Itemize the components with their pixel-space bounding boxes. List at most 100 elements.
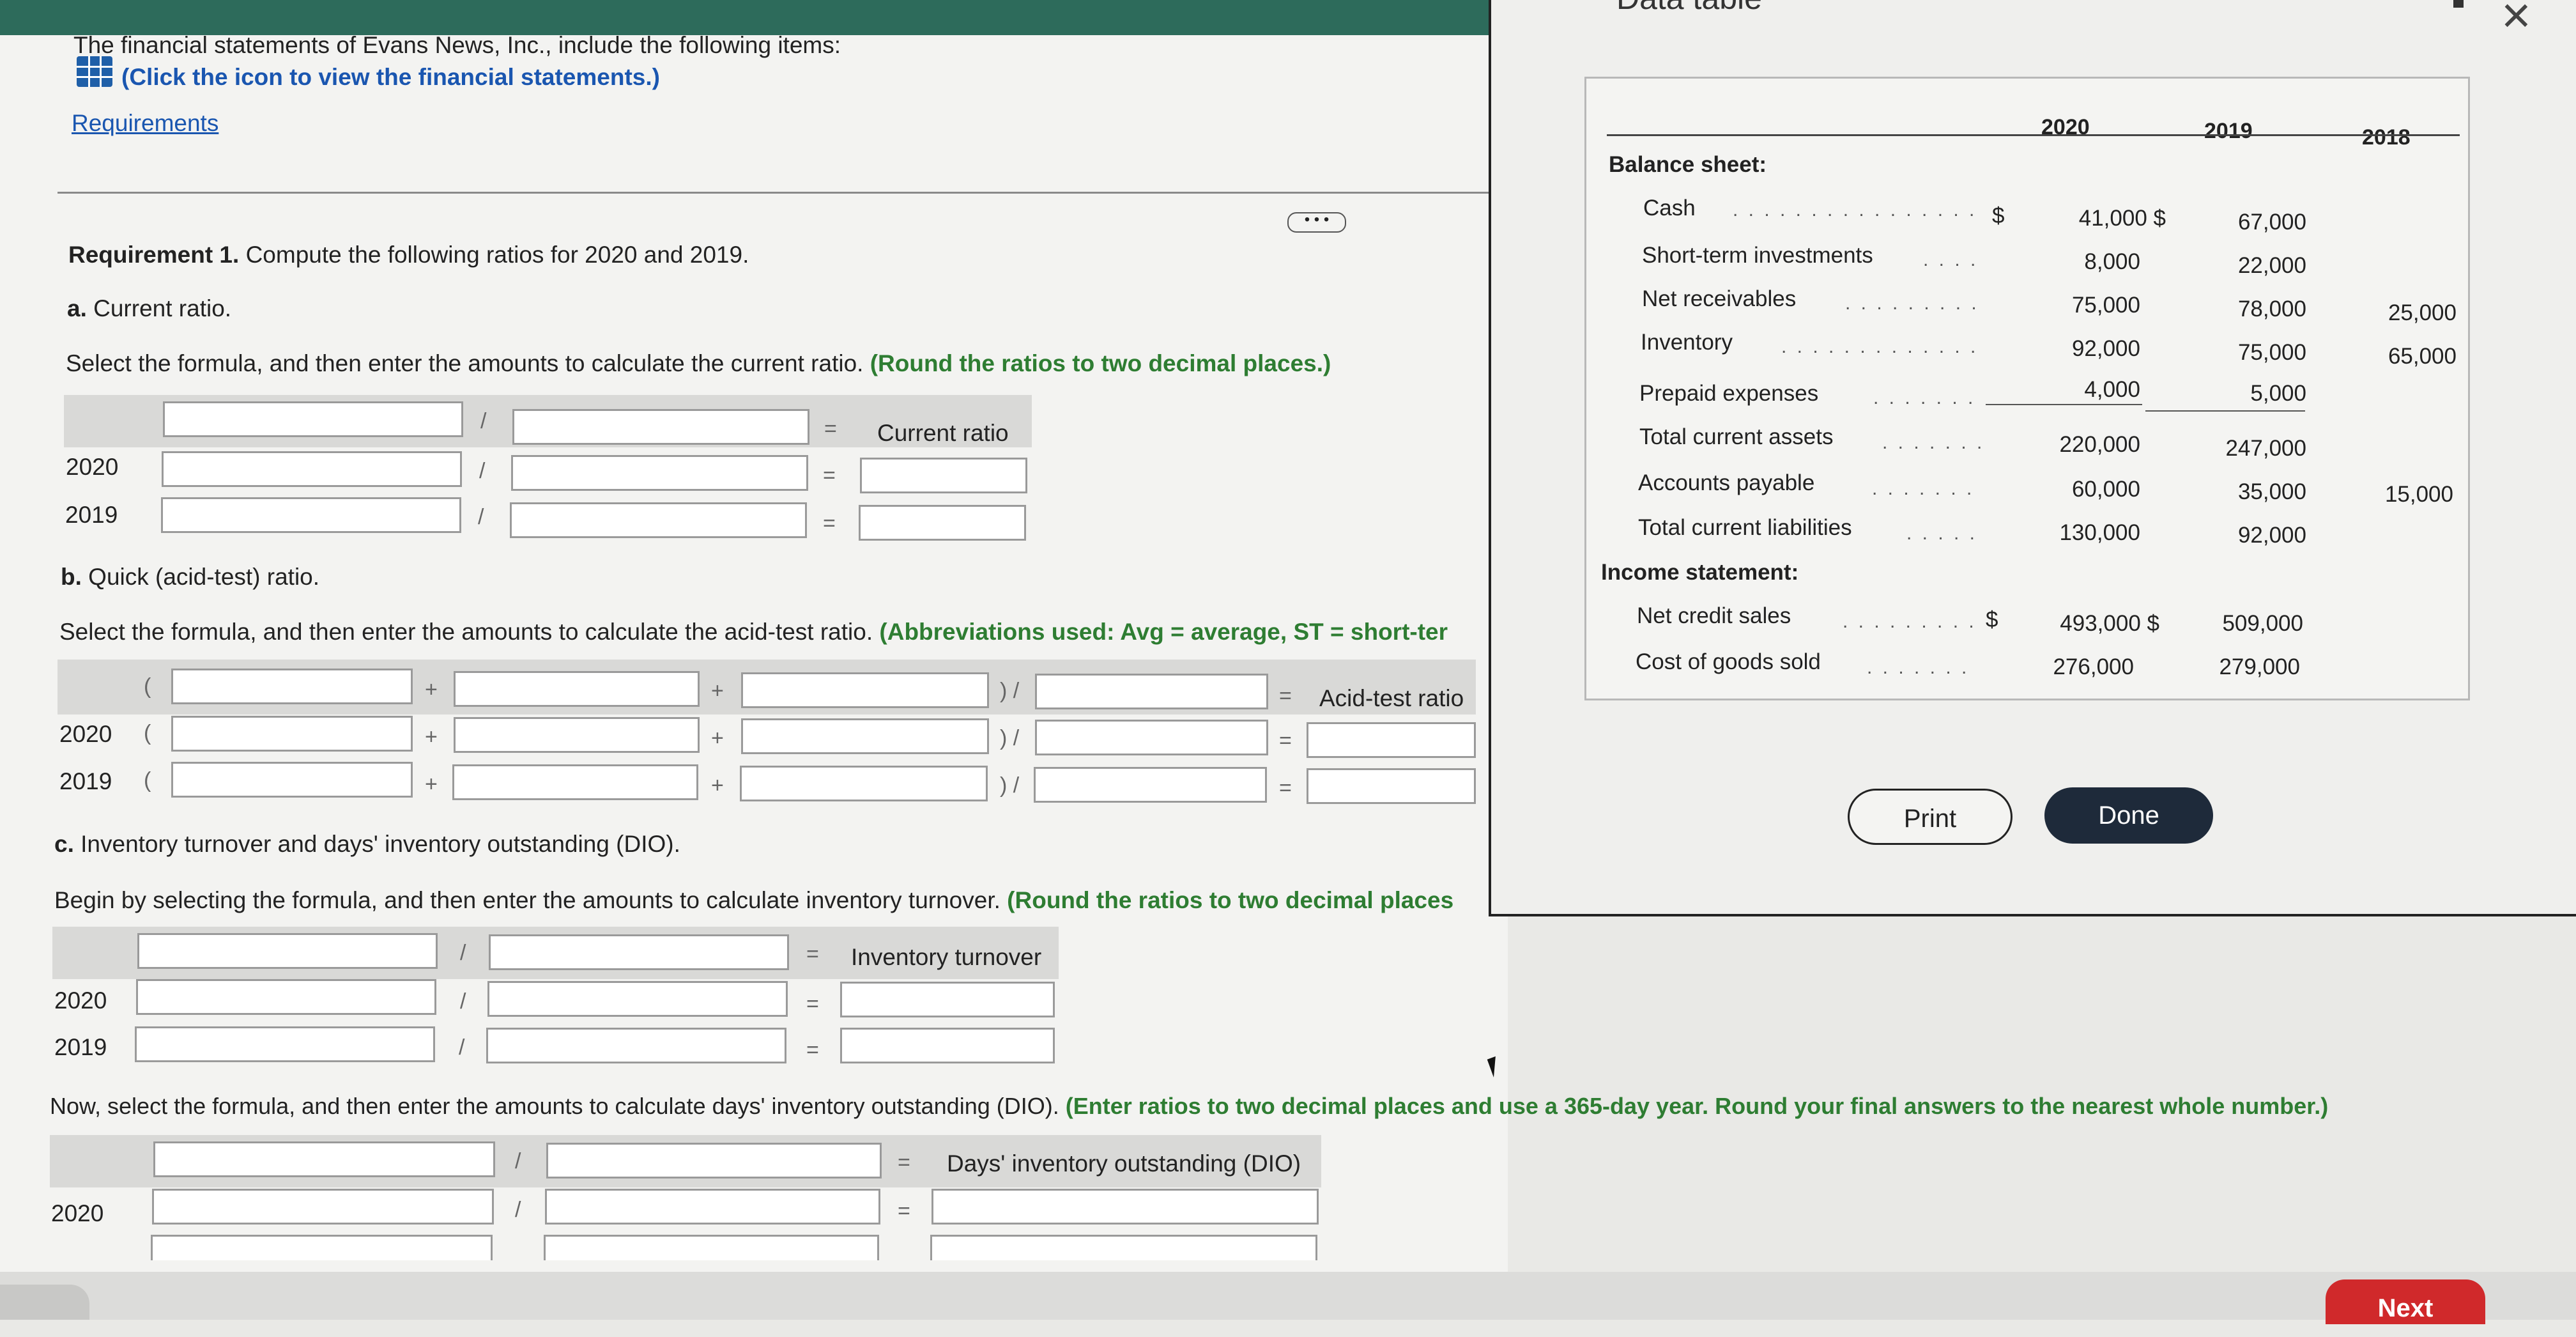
- cost-of-goods-sold-2020: 276,000: [2053, 654, 2134, 679]
- acid-test-2019-liabilities[interactable]: [1034, 767, 1267, 803]
- current-ratio-2019-denominator[interactable]: [510, 502, 807, 538]
- plus-symbol: +: [711, 679, 724, 703]
- inventory-2018: 65,000: [2388, 344, 2457, 369]
- dio-result-label: Days' inventory outstanding (DIO): [947, 1150, 1301, 1177]
- part-a-instruction: Select the formula, and then enter the a…: [66, 350, 1331, 377]
- acid-test-label-2[interactable]: [454, 671, 700, 707]
- row-label-cash: Cash: [1643, 196, 1696, 220]
- acid-test-2019-receivables[interactable]: [740, 766, 988, 801]
- part-b-letter: b.: [61, 564, 82, 590]
- dio-2020-denominator[interactable]: [545, 1189, 880, 1225]
- part-b-year-2019: 2019: [59, 768, 112, 794]
- current-ratio-2020-result[interactable]: [860, 458, 1027, 493]
- total-current-liabilities-2020: 130,000: [2059, 520, 2140, 545]
- dio-year-2020: 2020: [51, 1200, 104, 1226]
- dio-2019-denominator[interactable]: [544, 1235, 879, 1260]
- next-button[interactable]: Next: [2326, 1279, 2485, 1324]
- dio-denominator-label[interactable]: [546, 1143, 882, 1179]
- dio-instruction: Now, select the formula, and then enter …: [50, 1093, 2328, 1120]
- equals-symbol: =: [824, 417, 837, 441]
- acid-test-label-3[interactable]: [741, 672, 989, 708]
- short-term-investments-2020: 8,000: [2084, 249, 2140, 274]
- spreadsheet-icon[interactable]: [77, 56, 112, 87]
- leader-dots: . . . . . . . . .: [1867, 657, 1975, 678]
- equals-symbol: =: [806, 942, 819, 966]
- dio-2020-numerator[interactable]: [152, 1189, 494, 1225]
- leader-dots: . . . . . . . .: [1882, 432, 1984, 453]
- prepaid-expenses-2020: 4,000: [2084, 377, 2140, 402]
- dio-numerator-label[interactable]: [153, 1141, 495, 1177]
- net-credit-sales-2019: 509,000: [2222, 611, 2303, 636]
- acid-test-2020-receivables[interactable]: [741, 718, 989, 754]
- part-c-title-text: Inventory turnover and days' inventory o…: [73, 831, 680, 857]
- minimize-icon[interactable]: [2453, 0, 2464, 8]
- leader-dots: . . . . .: [1923, 249, 1987, 270]
- current-ratio-denominator-label[interactable]: [512, 409, 809, 445]
- equals-symbol: =: [823, 463, 836, 488]
- close-divide-symbol: ) /: [1000, 726, 1020, 750]
- header-rule: [1607, 134, 2460, 136]
- accounts-payable-2019: 35,000: [2237, 479, 2306, 504]
- cash-dollar-sign: $: [1992, 203, 2005, 228]
- inventory-turnover-2020-result[interactable]: [840, 982, 1055, 1017]
- inventory-turnover-2019-result[interactable]: [840, 1028, 1055, 1063]
- acid-test-label-1[interactable]: [171, 668, 413, 704]
- acid-test-2020-st-investments[interactable]: [454, 717, 700, 753]
- column-2018: 2018: [2362, 125, 2411, 150]
- part-c-year-2019: 2019: [54, 1034, 107, 1060]
- current-ratio-numerator-label[interactable]: [163, 401, 463, 437]
- current-ratio-2020-numerator[interactable]: [162, 451, 462, 487]
- open-paren: (: [144, 674, 151, 699]
- acid-test-2019-st-investments[interactable]: [452, 764, 698, 800]
- inventory-turnover-2020-numerator[interactable]: [136, 979, 436, 1015]
- part-b-title-text: Quick (acid-test) ratio.: [81, 564, 320, 590]
- acid-test-2019-result[interactable]: [1307, 768, 1476, 804]
- part-c-instruction: Begin by selecting the formula, and then…: [54, 887, 1485, 914]
- total-current-assets-2020: 220,000: [2059, 432, 2140, 457]
- more-button[interactable]: • • •: [1287, 212, 1346, 233]
- current-ratio-2020-denominator[interactable]: [511, 455, 808, 491]
- plus-symbol: +: [425, 725, 438, 749]
- net-credit-sales-dollar-sign: $: [1986, 607, 1998, 632]
- current-ratio-2019-numerator[interactable]: [161, 497, 461, 533]
- divide-symbol: /: [459, 1035, 465, 1060]
- open-paren: (: [144, 768, 151, 792]
- total-current-liabilities-2019: 92,000: [2237, 523, 2306, 548]
- inventory-turnover-2020-denominator[interactable]: [487, 981, 788, 1017]
- dio-2020-result[interactable]: [931, 1189, 1319, 1225]
- inventory-turnover-2019-numerator[interactable]: [135, 1026, 435, 1062]
- close-divide-symbol: ) /: [1000, 679, 1020, 703]
- done-button[interactable]: Done: [2044, 787, 2213, 844]
- row-label-inventory: Inventory: [1641, 330, 1733, 355]
- inventory-turnover-2019-denominator[interactable]: [486, 1028, 786, 1063]
- acid-test-2020-result[interactable]: [1307, 722, 1476, 758]
- leader-dots: . . . . . . . . . . .: [1843, 611, 1983, 632]
- part-c-year-2020: 2020: [54, 987, 107, 1014]
- print-button[interactable]: Print: [1848, 789, 2012, 845]
- dio-2019-numerator[interactable]: [151, 1235, 493, 1260]
- inventory-turnover-denominator-label[interactable]: [489, 934, 789, 970]
- current-ratio-2019-result[interactable]: [859, 505, 1026, 541]
- cash-2020: 41,000 $: [2078, 206, 2166, 231]
- inventory-turnover-numerator-label[interactable]: [137, 933, 438, 969]
- acid-test-2020-cash[interactable]: [171, 716, 413, 752]
- short-term-investments-2019: 22,000: [2237, 253, 2306, 278]
- dio-2019-result[interactable]: [930, 1235, 1317, 1260]
- requirements-link[interactable]: Requirements: [72, 110, 218, 137]
- part-c-title: c. Inventory turnover and days' inventor…: [54, 831, 680, 858]
- leader-dots: . . . . . . . . .: [1872, 478, 1981, 499]
- divide-symbol: /: [479, 459, 486, 483]
- row-label-total-current-liabilities: Total current liabilities: [1638, 515, 1852, 540]
- acid-test-2020-liabilities[interactable]: [1035, 720, 1268, 755]
- part-b-abbrev-note: (Abbreviations used: Avg = average, ST =…: [879, 619, 1448, 645]
- close-icon[interactable]: ×: [2501, 0, 2531, 45]
- acid-test-2019-cash[interactable]: [171, 762, 413, 798]
- help-widget[interactable]: [0, 1285, 89, 1320]
- equals-symbol: =: [898, 1150, 910, 1175]
- acid-test-label-denominator[interactable]: [1035, 674, 1268, 709]
- view-statements-link[interactable]: (Click the icon to view the financial st…: [121, 64, 660, 91]
- net-receivables-2020: 75,000: [2071, 293, 2140, 318]
- part-a-title-text: Current ratio.: [86, 295, 232, 321]
- dio-round-note: (Enter ratios to two decimal places and …: [1065, 1093, 2329, 1119]
- leader-dots: . . . . . . . . . . . . . . . .: [1781, 336, 1979, 357]
